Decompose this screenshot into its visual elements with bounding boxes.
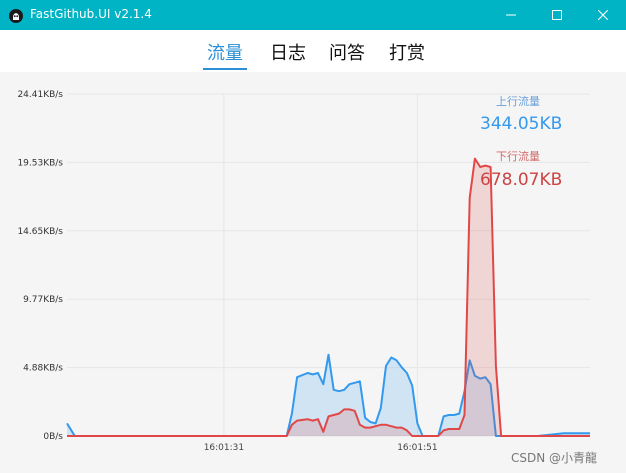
watermark: CSDN @小青龍 (511, 451, 598, 465)
maximize-button[interactable] (534, 0, 580, 30)
y-tick-label: 9.77KB/s (23, 295, 63, 305)
minimize-icon (506, 14, 516, 16)
title-bar: FastGithub.UI v2.1.4 (0, 0, 626, 30)
close-icon (598, 10, 608, 20)
download-legend-label: 下行流量 (496, 150, 540, 163)
tab-donate[interactable]: 打赏 (389, 39, 425, 65)
upload-legend-label: 上行流量 (496, 95, 540, 108)
x-tick-label: 16:01:31 (204, 443, 244, 453)
tab-logs[interactable]: 日志 (270, 39, 306, 65)
minimize-button[interactable] (488, 0, 534, 30)
tab-faq[interactable]: 问答 (329, 39, 365, 65)
y-tick-label: 14.65KB/s (17, 227, 63, 237)
y-tick-label: 24.41KB/s (17, 90, 63, 100)
tab-bar: 流量 日志 问答 打赏 (0, 30, 626, 72)
x-tick-label: 16:01:51 (397, 443, 437, 453)
app-icon (9, 8, 23, 23)
y-tick-label: 0B/s (43, 432, 63, 442)
y-tick-label: 19.53KB/s (17, 158, 63, 168)
tab-traffic[interactable]: 流量 (207, 39, 243, 65)
active-tab-indicator (203, 68, 247, 70)
upload-legend-value: 344.05KB (480, 114, 563, 134)
close-button[interactable] (580, 0, 626, 30)
y-tick-label: 4.88KB/s (23, 364, 63, 374)
download-legend-value: 678.07KB (480, 170, 563, 190)
maximize-icon (552, 10, 562, 20)
window-title: FastGithub.UI v2.1.4 (30, 7, 152, 21)
